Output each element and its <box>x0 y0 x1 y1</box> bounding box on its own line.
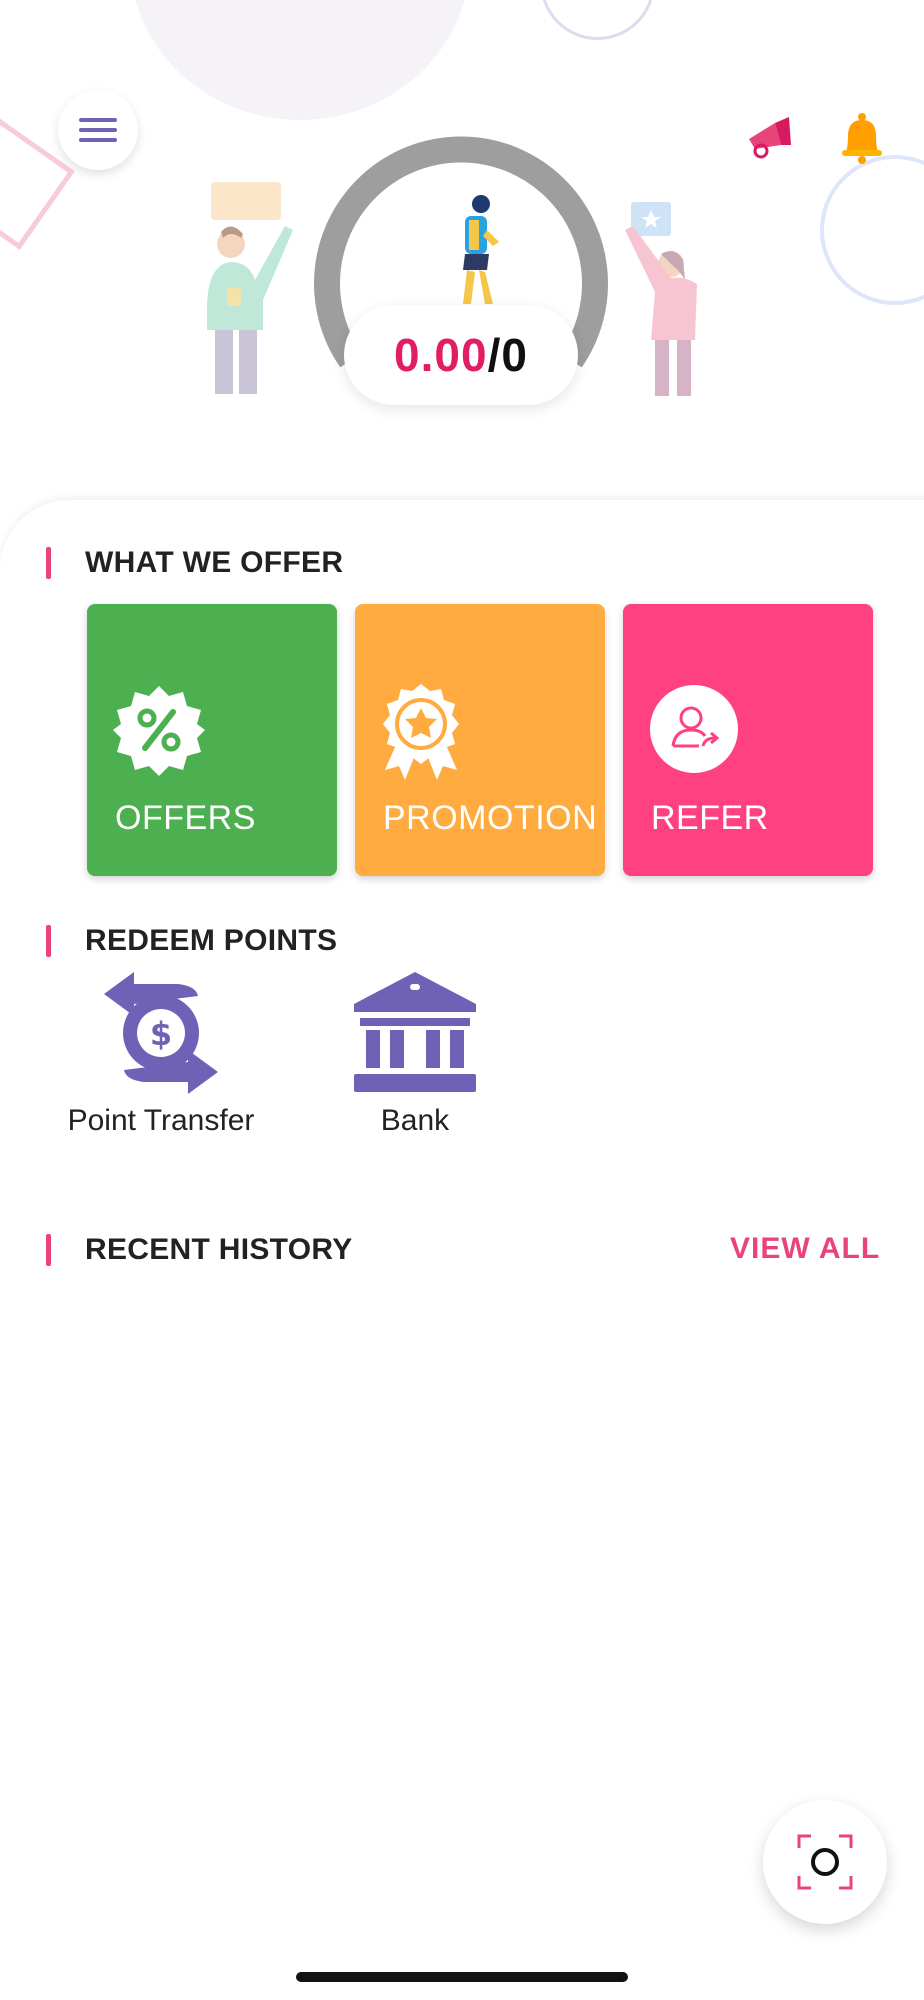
offers-label: OFFERS <box>115 799 256 837</box>
scan-button[interactable] <box>763 1800 887 1924</box>
points-score: 0.00/0 <box>344 305 578 405</box>
section-accent-bar <box>46 547 51 579</box>
svg-text:$: $ <box>150 1015 172 1053</box>
home-indicator[interactable] <box>296 1972 628 1982</box>
percent-badge-icon <box>113 686 205 776</box>
decorative-blob <box>130 0 470 120</box>
section-redeem-points: REDEEM POINTS <box>46 923 337 959</box>
scan-icon <box>797 1834 853 1890</box>
status-time: 11 <box>118 32 150 65</box>
section-what-we-offer: WHAT WE OFFER <box>46 545 343 581</box>
offers-tile[interactable]: OFFERS <box>87 604 337 876</box>
bank-icon <box>354 972 476 1092</box>
decorative-ring <box>540 0 655 40</box>
points-total: /0 <box>487 329 528 381</box>
view-all-link[interactable]: VIEW ALL <box>730 1232 880 1266</box>
header: 11 0.00 /0 <box>0 0 924 520</box>
refer-user-icon <box>650 685 738 773</box>
bank-label: Bank <box>380 1104 450 1137</box>
bell-icon[interactable] <box>838 112 886 164</box>
promotion-tile[interactable]: PROMOTION <box>355 604 605 876</box>
megaphone-icon[interactable] <box>745 115 795 159</box>
award-ribbon-icon <box>383 684 459 780</box>
menu-button[interactable] <box>58 90 138 170</box>
promotion-label: PROMOTION <box>383 799 598 837</box>
section-title: RECENT HISTORY <box>85 1233 353 1266</box>
point-transfer-label: Point Transfer <box>67 1104 255 1137</box>
refer-tile[interactable]: REFER <box>623 604 873 876</box>
section-accent-bar <box>46 1234 51 1266</box>
section-recent-history: RECENT HISTORY <box>46 1232 353 1268</box>
bank-button[interactable]: Bank <box>285 970 545 1138</box>
decorative-ring <box>820 155 924 305</box>
points-balance: 0.00 <box>394 329 488 381</box>
point-transfer-button[interactable]: $ Point Transfer <box>31 970 291 1138</box>
section-title: WHAT WE OFFER <box>85 546 344 579</box>
runner-icon <box>463 195 499 304</box>
point-transfer-icon: $ <box>104 972 218 1094</box>
refer-label: REFER <box>651 799 769 837</box>
section-title: REDEEM POINTS <box>85 924 338 957</box>
hamburger-icon <box>79 112 117 148</box>
section-accent-bar <box>46 925 51 957</box>
